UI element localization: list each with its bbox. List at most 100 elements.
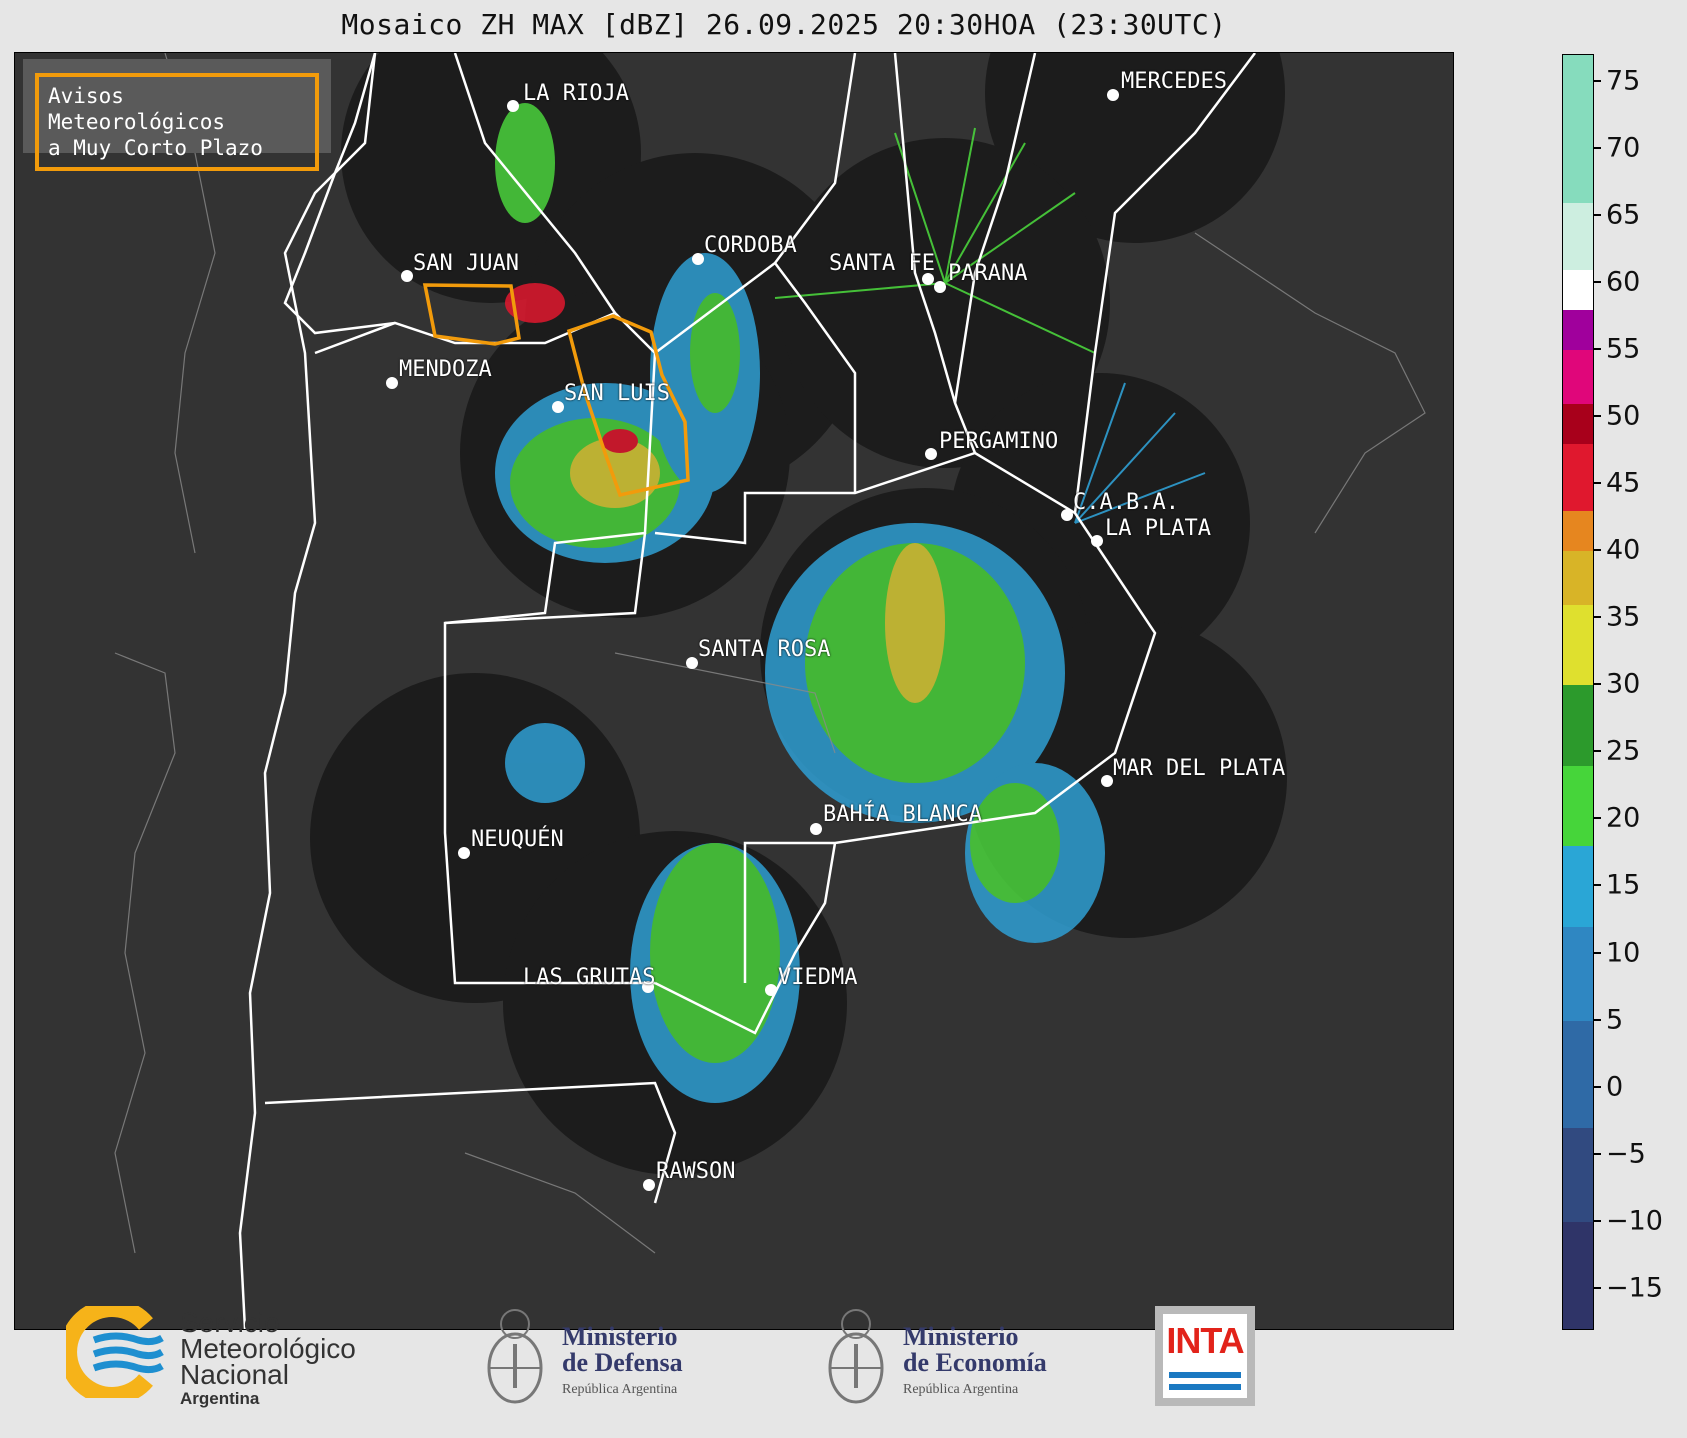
city-label: SANTA FE <box>829 251 935 276</box>
city-dot <box>765 984 777 996</box>
colorbar-tick <box>1593 951 1601 954</box>
colorbar-tick <box>1593 348 1601 351</box>
colorbar-tick <box>1593 213 1601 216</box>
city-dot <box>1091 535 1103 547</box>
colorbar-tick <box>1593 884 1601 887</box>
city-label: NEUQUÉN <box>471 827 564 852</box>
city-label: BAHÍA BLANCA <box>823 802 982 827</box>
colorbar-tick <box>1593 1085 1601 1088</box>
city-dot <box>810 823 822 835</box>
city-dot <box>686 657 698 669</box>
avisos-legend: Avisos Meteorológicos a Muy Corto Plazo <box>23 59 331 171</box>
coat-of-arms-icon <box>828 1309 884 1404</box>
colorbar-tick <box>1593 1286 1601 1289</box>
colorbar-tick-label: 50 <box>1606 400 1641 432</box>
ministerio-economia: Ministerio de Economía República Argenti… <box>903 1324 1047 1398</box>
city-label: CORDOBA <box>704 233 797 258</box>
city-dot <box>692 253 704 265</box>
colorbar-tick-label: 60 <box>1606 266 1641 298</box>
colorbar-tick-label: 40 <box>1606 534 1641 566</box>
avisos-legend-box: Avisos Meteorológicos a Muy Corto Plazo <box>35 73 319 171</box>
colorbar-tick-label: 65 <box>1606 199 1641 231</box>
city-dot <box>925 448 937 460</box>
smn-country: Argentina <box>180 1389 260 1408</box>
colorbar-segment <box>1563 510 1593 552</box>
colorbar-tick <box>1593 750 1601 753</box>
colorbar-tick-label: 35 <box>1606 601 1641 633</box>
colorbar-tick <box>1593 1219 1601 1222</box>
colorbar-tick-label: −5 <box>1606 1138 1646 1170</box>
defensa-sub: República Argentina <box>562 1382 678 1397</box>
city-label: MERCEDES <box>1121 69 1227 94</box>
city-label: RAWSON <box>656 1159 736 1184</box>
colorbar-tick-label: 30 <box>1606 668 1641 700</box>
colorbar-tick-label: 20 <box>1606 802 1641 834</box>
economia-line1: Ministerio <box>903 1322 1019 1351</box>
inta-logo-text: INTA <box>1166 1320 1244 1361</box>
colorbar-tick <box>1593 79 1601 82</box>
city-label: LAS GRUTAS <box>523 965 656 990</box>
avisos-legend-line1: Avisos Meteorológicos <box>48 84 226 134</box>
colorbar-tick-label: −10 <box>1606 1205 1663 1237</box>
colorbar-segment <box>1563 1020 1593 1128</box>
colorbar-tick-label: 5 <box>1606 1004 1624 1036</box>
colorbar-tick <box>1593 146 1601 149</box>
city-dot <box>1101 775 1113 787</box>
colorbar-segment <box>1563 1127 1593 1222</box>
colorbar-tick-label: 55 <box>1606 333 1641 365</box>
colorbar-segment <box>1563 309 1593 351</box>
colorbar-segment <box>1563 604 1593 686</box>
colorbar-tick <box>1593 683 1601 686</box>
city-dot <box>1107 89 1119 101</box>
colorbar-segment <box>1563 1221 1593 1329</box>
colorbar-tick-label: 75 <box>1606 65 1641 97</box>
city-label: PARANA <box>948 261 1028 286</box>
defensa-line1: Ministerio <box>562 1322 678 1351</box>
avisos-legend-line2: a Muy Corto Plazo <box>48 136 263 160</box>
city-label: C.A.B.A. <box>1073 490 1179 515</box>
smn-logo-icon <box>66 1306 164 1398</box>
city-dot <box>552 401 564 413</box>
city-label: VIEDMA <box>778 965 858 990</box>
colorbar-tick <box>1593 415 1601 418</box>
colorbar-tick-label: 10 <box>1606 937 1641 968</box>
city-dot <box>458 847 470 859</box>
city-label: PERGAMINO <box>939 429 1059 454</box>
colorbar-segment <box>1563 551 1593 605</box>
city-label: MAR DEL PLATA <box>1113 756 1286 781</box>
city-dot <box>643 1179 655 1191</box>
colorbar-tick-label: 25 <box>1606 735 1641 767</box>
coat-of-arms-icon <box>487 1309 543 1404</box>
colorbar-tick <box>1593 817 1601 820</box>
colorbar-tick <box>1593 1152 1601 1155</box>
colorbar-segment <box>1563 443 1593 511</box>
colorbar-tick-label: 45 <box>1606 467 1641 499</box>
colorbar-tick-label: 0 <box>1606 1071 1624 1103</box>
city-label: MENDOZA <box>399 357 492 382</box>
inta-logo: INTA <box>1155 1306 1255 1406</box>
colorbar-tick <box>1593 616 1601 619</box>
colorbar-tick <box>1593 280 1601 283</box>
colorbar-segment <box>1563 846 1593 927</box>
colorbar-segment <box>1563 403 1593 444</box>
economia-line2: de Economía <box>903 1348 1047 1377</box>
defensa-line2: de Defensa <box>562 1348 683 1377</box>
map-title: Mosaico ZH MAX [dBZ] 26.09.2025 20:30HOA… <box>341 8 1227 41</box>
city-dot <box>386 377 398 389</box>
dbz-colorbar <box>1562 54 1594 1330</box>
colorbar-segment <box>1563 685 1593 766</box>
city-dot <box>507 100 519 112</box>
radar-mosaic-map[interactable]: Avisos Meteorológicos a Muy Corto Plazo … <box>14 52 1454 1330</box>
city-label: LA RIOJA <box>523 81 629 106</box>
colorbar-segment <box>1563 202 1593 270</box>
colorbar-tick <box>1593 482 1601 485</box>
colorbar-tick <box>1593 549 1601 552</box>
colorbar-segment <box>1563 765 1593 847</box>
city-dot <box>934 281 946 293</box>
city-label: SAN LUIS <box>564 381 670 406</box>
colorbar-segment <box>1563 350 1593 404</box>
colorbar-segment <box>1563 269 1593 310</box>
smn-line3: Nacional <box>180 1359 289 1390</box>
colorbar-tick <box>1593 1018 1601 1021</box>
city-label: LA PLATA <box>1105 516 1211 541</box>
